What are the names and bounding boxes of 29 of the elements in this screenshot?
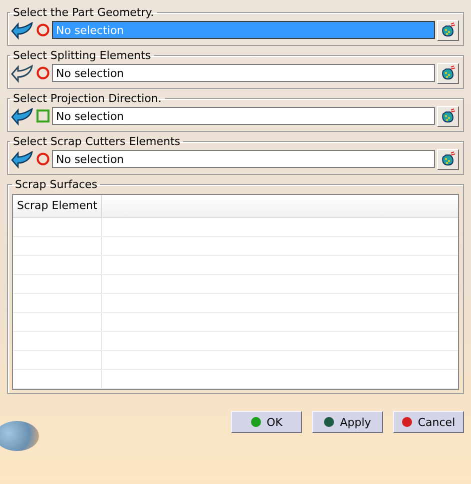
bag-icon xyxy=(440,151,456,167)
group-title: Select Scrap Cutters Elements xyxy=(12,135,182,148)
bag-icon xyxy=(440,108,456,124)
square-icon xyxy=(36,109,50,123)
dialog-button[interactable]: OK xyxy=(231,411,302,433)
globe-graphic xyxy=(0,421,39,451)
group-title: Scrap Surfaces xyxy=(14,178,98,191)
column-header[interactable]: Scrap Element xyxy=(13,195,102,217)
curved-arrow-icon[interactable] xyxy=(10,149,34,169)
picker-button[interactable] xyxy=(437,106,459,126)
group-title: Select Projection Direction. xyxy=(12,92,163,105)
circle-icon xyxy=(36,152,50,166)
bag-icon xyxy=(440,65,456,81)
dialog-button[interactable]: Cancel xyxy=(393,411,464,433)
outlined-arrow-icon[interactable] xyxy=(10,63,34,83)
selection-field[interactable]: No selection xyxy=(52,150,435,168)
curved-arrow-icon[interactable] xyxy=(10,106,34,126)
selection-field[interactable]: No selection xyxy=(52,64,435,82)
picker-button[interactable] xyxy=(437,20,459,40)
curved-arrow-icon[interactable] xyxy=(10,20,34,40)
group-title: Select Splitting Elements xyxy=(12,49,152,62)
picker-button[interactable] xyxy=(437,62,459,84)
group-title: Select the Part Geometry. xyxy=(12,6,155,19)
picker-button[interactable] xyxy=(437,148,459,170)
selection-field[interactable]: No selection xyxy=(52,107,435,125)
circle-icon xyxy=(36,66,50,80)
dialog-button[interactable]: Apply xyxy=(312,411,383,433)
circle-icon xyxy=(36,23,50,37)
bag-icon xyxy=(440,22,456,38)
